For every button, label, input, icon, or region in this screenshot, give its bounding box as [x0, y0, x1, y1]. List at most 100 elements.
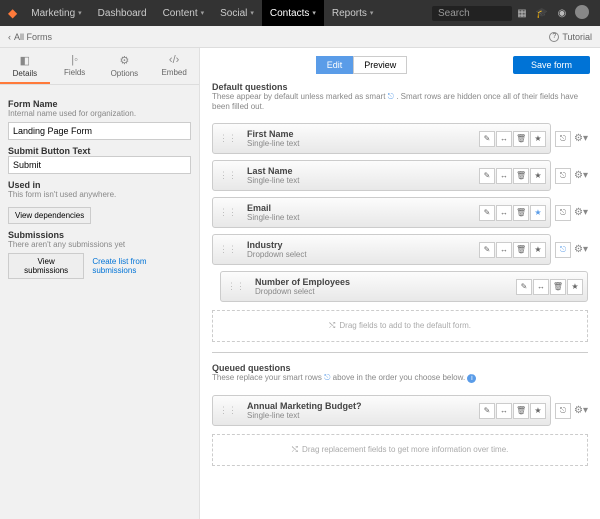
- nav-content[interactable]: Content▾: [155, 0, 213, 26]
- field-name-label: Number of Employees: [255, 277, 510, 287]
- field-row: ⋮⋮ Email Single-line text ✎ ↔ 🗑 ★: [212, 197, 551, 228]
- form-name-input[interactable]: [8, 122, 191, 140]
- view-submissions-button[interactable]: View submissions: [8, 253, 84, 279]
- chevron-down-icon: ▾: [250, 9, 254, 17]
- row-menu-button[interactable]: ⚙▾: [574, 207, 588, 218]
- grip-icon[interactable]: ⋮⋮: [215, 244, 241, 255]
- edit-preview-toggle: Edit Preview: [316, 56, 408, 74]
- avatar-icon: [575, 5, 589, 19]
- edit-field-button[interactable]: ✎: [479, 242, 495, 258]
- star-field-button[interactable]: ★: [530, 403, 546, 419]
- nav-social[interactable]: Social▾: [212, 0, 262, 26]
- submit-text-label: Submit Button Text: [8, 146, 191, 156]
- star-field-button[interactable]: ★: [530, 242, 546, 258]
- move-field-button[interactable]: ↔: [496, 205, 512, 221]
- move-field-button[interactable]: ↔: [496, 168, 512, 184]
- move-field-button[interactable]: ↔: [533, 279, 549, 295]
- move-field-button[interactable]: ↔: [496, 403, 512, 419]
- tab-fields[interactable]: |◦Fields: [50, 48, 100, 84]
- tab-options[interactable]: ⚙Options: [100, 48, 150, 84]
- queued-dropzone[interactable]: ⤭Drag replacement fields to get more inf…: [212, 434, 588, 466]
- field-type-label: Single-line text: [247, 411, 473, 420]
- drag-icon: ⤭: [329, 321, 335, 330]
- breadcrumb-link[interactable]: All Forms: [14, 32, 52, 42]
- field-name-label: Last Name: [247, 166, 473, 176]
- delete-field-button[interactable]: 🗑: [513, 131, 529, 147]
- form-name-label: Form Name: [8, 99, 191, 109]
- delete-field-button[interactable]: 🗑: [550, 279, 566, 295]
- field-row: ⋮⋮ First Name Single-line text ✎ ↔ 🗑 ★: [212, 123, 551, 154]
- delete-field-button[interactable]: 🗑: [513, 205, 529, 221]
- save-form-button[interactable]: Save form: [513, 56, 590, 74]
- move-field-button[interactable]: ↔: [496, 242, 512, 258]
- form-name-help: Internal name used for organization.: [8, 109, 191, 118]
- details-icon: ◧: [2, 54, 48, 67]
- create-list-link[interactable]: Create list from submissions: [92, 257, 191, 275]
- sidebar-tabs: ◧Details |◦Fields ⚙Options ‹/›Embed: [0, 48, 199, 85]
- field-type-label: Single-line text: [247, 139, 473, 148]
- field-name-label: Annual Marketing Budget?: [247, 401, 473, 411]
- delete-field-button[interactable]: 🗑: [513, 242, 529, 258]
- queued-questions-desc: These replace your smart rows ⎋ above in…: [200, 373, 600, 389]
- edit-field-button[interactable]: ✎: [479, 168, 495, 184]
- nav-reports[interactable]: Reports▾: [324, 0, 382, 26]
- field-type-label: Single-line text: [247, 176, 473, 185]
- edit-field-button[interactable]: ✎: [479, 205, 495, 221]
- chevron-down-icon: ▾: [370, 9, 374, 17]
- field-row: ⋮⋮ Last Name Single-line text ✎ ↔ 🗑 ★: [212, 160, 551, 191]
- delete-field-button[interactable]: 🗑: [513, 168, 529, 184]
- default-dropzone[interactable]: ⤭Drag fields to add to the default form.: [212, 310, 588, 342]
- move-field-button[interactable]: ↔: [496, 131, 512, 147]
- grip-icon[interactable]: ⋮⋮: [215, 405, 241, 416]
- delete-field-button[interactable]: 🗑: [513, 403, 529, 419]
- star-field-button[interactable]: ★: [530, 131, 546, 147]
- grip-icon[interactable]: ⋮⋮: [223, 281, 249, 292]
- edit-field-button[interactable]: ✎: [479, 131, 495, 147]
- smart-toggle-button[interactable]: ⎋: [555, 403, 571, 419]
- preview-tab-button[interactable]: Preview: [353, 56, 407, 74]
- row-menu-button[interactable]: ⚙▾: [574, 170, 588, 181]
- smart-toggle-button[interactable]: ⎋: [555, 131, 571, 147]
- global-search-input[interactable]: Search: [432, 6, 512, 21]
- edit-tab-button[interactable]: Edit: [316, 56, 354, 74]
- queued-questions-title: Queued questions: [200, 363, 600, 373]
- submissions-help: There aren't any submissions yet: [8, 240, 191, 249]
- section-divider: [212, 352, 588, 353]
- back-caret-icon[interactable]: ‹: [8, 32, 11, 42]
- tutorial-link[interactable]: ? Tutorial: [549, 32, 592, 42]
- smart-toggle-button[interactable]: ⎋: [555, 168, 571, 184]
- gear-icon: ⚙: [102, 54, 148, 67]
- hubspot-logo-icon: ◆: [8, 6, 17, 20]
- row-menu-button[interactable]: ⚙▾: [574, 405, 588, 416]
- submissions-label: Submissions: [8, 230, 191, 240]
- grip-icon[interactable]: ⋮⋮: [215, 207, 241, 218]
- tab-details[interactable]: ◧Details: [0, 48, 50, 84]
- drag-icon: ⤭: [292, 445, 298, 454]
- used-in-label: Used in: [8, 180, 191, 190]
- tab-embed[interactable]: ‹/›Embed: [149, 48, 199, 84]
- edit-field-button[interactable]: ✎: [479, 403, 495, 419]
- field-row: ⋮⋮ Industry Dropdown select ✎ ↔ 🗑 ★: [212, 234, 551, 265]
- view-dependencies-button[interactable]: View dependencies: [8, 207, 91, 224]
- grip-icon[interactable]: ⋮⋮: [215, 170, 241, 181]
- submit-text-input[interactable]: [8, 156, 191, 174]
- star-field-button[interactable]: ★: [567, 279, 583, 295]
- user-menu[interactable]: [572, 5, 592, 22]
- star-field-button[interactable]: ★: [530, 205, 546, 221]
- edit-field-button[interactable]: ✎: [516, 279, 532, 295]
- nav-dashboard[interactable]: Dashboard: [90, 0, 155, 26]
- wifi-icon[interactable]: ◉: [552, 8, 572, 19]
- academy-icon[interactable]: 🎓: [532, 8, 552, 19]
- row-menu-button[interactable]: ⚙▾: [574, 244, 588, 255]
- field-row: ⋮⋮ Annual Marketing Budget? Single-line …: [212, 395, 551, 426]
- nav-marketing[interactable]: Marketing▾: [23, 0, 89, 26]
- smart-toggle-button[interactable]: ⎋: [555, 205, 571, 221]
- grip-icon[interactable]: ⋮⋮: [215, 133, 241, 144]
- nav-contacts[interactable]: Contacts▾: [262, 0, 324, 26]
- star-field-button[interactable]: ★: [530, 168, 546, 184]
- info-icon[interactable]: i: [467, 374, 476, 383]
- row-menu-button[interactable]: ⚙▾: [574, 133, 588, 144]
- field-name-label: Industry: [247, 240, 473, 250]
- calendar-icon[interactable]: ▦: [512, 8, 532, 19]
- smart-toggle-button[interactable]: ⎋: [555, 242, 571, 258]
